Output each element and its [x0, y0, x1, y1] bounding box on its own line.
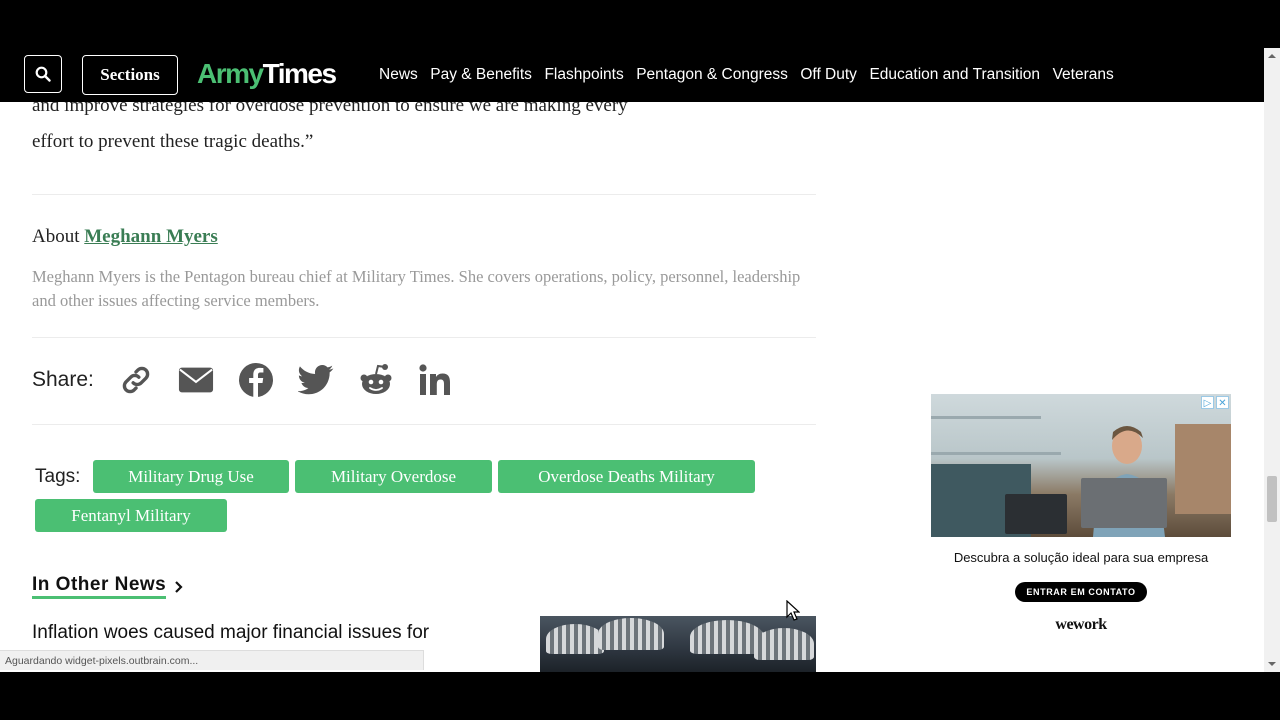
tags-label: Tags:	[35, 466, 81, 487]
advertisement[interactable]: ▷ ✕ Descubra a solução ideal para sua em…	[931, 394, 1231, 634]
tag-military-overdose[interactable]: Military Overdose	[295, 460, 492, 493]
wall-graphic	[1175, 424, 1231, 514]
ad-info-icon[interactable]: ▷	[1201, 396, 1214, 409]
tag-military-drug-use[interactable]: Military Drug Use	[93, 460, 289, 493]
nav-education-transition[interactable]: Education and Transition	[869, 66, 1040, 84]
tag-overdose-deaths-military[interactable]: Overdose Deaths Military	[498, 460, 755, 493]
scroll-down-arrow-icon[interactable]	[1267, 659, 1277, 669]
link-icon[interactable]	[118, 362, 154, 398]
cyclist-helmet-graphic	[598, 618, 664, 650]
news-thumbnail-image[interactable]	[540, 616, 816, 672]
page-scrollbar[interactable]	[1264, 48, 1280, 672]
nav-pay-benefits[interactable]: Pay & Benefits	[430, 66, 532, 84]
video-letterbox-bottom	[0, 672, 1280, 720]
linkedin-icon[interactable]	[418, 362, 454, 398]
divider	[32, 337, 816, 338]
email-icon[interactable]	[178, 362, 214, 398]
browser-viewport: Sections Army Times News Pay & Benefits F…	[0, 48, 1280, 672]
ad-brand-logo[interactable]: wework	[931, 616, 1231, 634]
shelf-graphic	[931, 452, 1061, 455]
ad-caption: Descubra a solução ideal para sua empres…	[953, 550, 1209, 565]
author-bio: Meghann Myers is the Pentagon bureau chi…	[32, 267, 801, 310]
site-header: Sections Army Times News Pay & Benefits F…	[0, 48, 1264, 102]
ad-choices-badge[interactable]: ▷ ✕	[1201, 396, 1229, 409]
twitter-icon[interactable]	[297, 362, 334, 398]
browser-status-bar: Aguardando widget-pixels.outbrain.com...	[0, 650, 424, 670]
laptop-graphic	[1081, 478, 1167, 528]
cyclist-helmet-graphic	[690, 620, 764, 654]
nav-veterans[interactable]: Veterans	[1053, 66, 1114, 84]
nav-flashpoints[interactable]: Flashpoints	[544, 66, 623, 84]
in-other-news-heading[interactable]: In Other News	[32, 574, 186, 599]
facebook-icon[interactable]	[238, 362, 274, 398]
share-bar: Share:	[32, 362, 478, 398]
cyclist-helmet-graphic	[546, 624, 604, 654]
scrollbar-thumb[interactable]	[1267, 476, 1277, 522]
video-letterbox-top	[0, 0, 1280, 48]
reddit-icon[interactable]	[358, 362, 394, 398]
about-prefix: About	[32, 226, 85, 247]
laptop-graphic	[1005, 494, 1067, 534]
nav-news[interactable]: News	[379, 66, 418, 84]
main-nav: News Pay & Benefits Flashpoints Pentagon…	[379, 48, 1126, 102]
ad-image[interactable]: ▷ ✕	[931, 394, 1231, 537]
sections-button[interactable]: Sections	[82, 55, 178, 95]
scroll-up-arrow-icon[interactable]	[1267, 51, 1277, 61]
chevron-right-icon	[175, 580, 183, 593]
share-label: Share:	[32, 368, 94, 391]
logo-times-text: Times	[262, 58, 337, 89]
logo-army-text: Army	[197, 58, 264, 89]
ad-close-icon[interactable]: ✕	[1216, 396, 1229, 409]
search-icon	[35, 66, 51, 82]
site-logo[interactable]: Army Times	[197, 56, 337, 92]
nav-off-duty[interactable]: Off Duty	[800, 66, 857, 84]
tag-fentanyl-military[interactable]: Fentanyl Military	[35, 499, 227, 532]
divider	[32, 424, 816, 425]
about-author: About Meghann Myers	[32, 226, 218, 248]
author-link[interactable]: Meghann Myers	[84, 226, 218, 247]
divider	[32, 194, 816, 195]
search-button[interactable]	[24, 55, 62, 93]
cyclist-helmet-graphic	[754, 628, 814, 660]
news-headline-link[interactable]: Inflation woes caused major financial is…	[32, 618, 512, 648]
article-paragraph-line: effort to prevent these tragic deaths.”	[32, 131, 314, 152]
mouse-cursor-icon	[786, 600, 800, 621]
nav-pentagon-congress[interactable]: Pentagon & Congress	[636, 66, 788, 84]
ad-cta-button[interactable]: ENTRAR EM CONTATO	[1015, 582, 1147, 602]
shelf-graphic	[931, 416, 1041, 419]
in-other-news-label: In Other News	[32, 574, 167, 599]
